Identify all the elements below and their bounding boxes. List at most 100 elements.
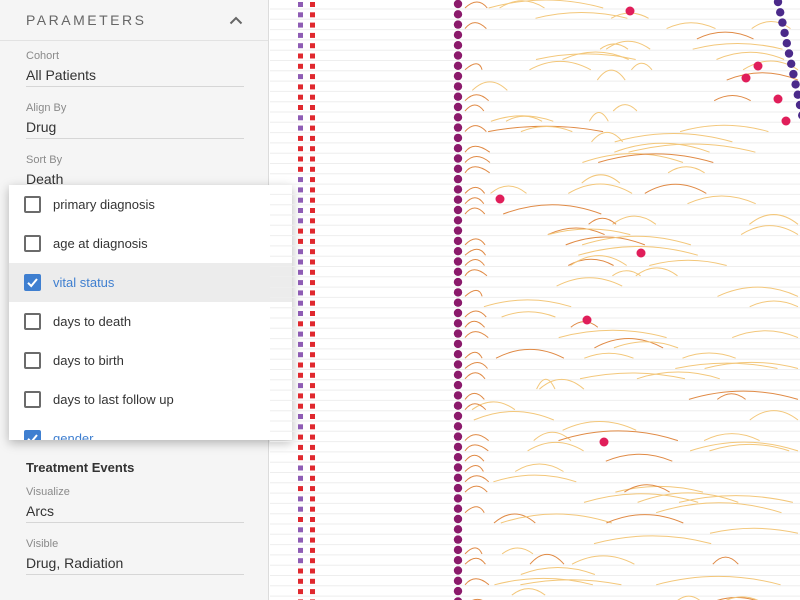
- checkbox[interactable]: [24, 196, 41, 213]
- alignment-dot: [453, 236, 463, 246]
- attribute-square: [310, 12, 315, 18]
- attribute-square: [310, 383, 315, 389]
- alignment-dot: [453, 113, 463, 122]
- attribute-square: [310, 43, 315, 49]
- event-dot: [582, 315, 592, 325]
- treatment-arc: [464, 506, 485, 514]
- alignment-dot: [453, 442, 463, 452]
- treatment-arc: [533, 431, 572, 441]
- attribute-square: [298, 208, 303, 213]
- timeline-visualization[interactable]: [270, 0, 800, 600]
- alignment-dot: [453, 504, 463, 513]
- attribute-square: [298, 486, 303, 492]
- treatment-arc: [488, 0, 604, 9]
- visualize-field[interactable]: Visualize Arcs: [26, 484, 244, 523]
- checkbox[interactable]: [24, 391, 41, 408]
- treatment-arc: [464, 310, 487, 318]
- attribute-square: [310, 218, 315, 224]
- cohort-field[interactable]: Cohort All Patients: [26, 48, 244, 87]
- treatment-arc: [612, 215, 657, 225]
- attribute-square: [310, 238, 315, 244]
- attribute-square: [310, 455, 315, 461]
- attribute-square: [298, 311, 303, 316]
- death-dot: [791, 80, 800, 89]
- alignment-dot: [453, 473, 463, 482]
- alignment-dot: [453, 195, 463, 204]
- attribute-square: [310, 434, 315, 440]
- attribute-square: [298, 547, 303, 553]
- attribute-square: [298, 94, 303, 100]
- attribute-square: [298, 578, 303, 584]
- attribute-square: [310, 300, 315, 306]
- treatment-arc: [677, 595, 700, 600]
- treatment-arc: [493, 474, 577, 483]
- attribute-square: [298, 352, 303, 358]
- treatment-arc: [692, 43, 783, 50]
- treatment-arc: [464, 289, 483, 297]
- treatment-arc: [712, 556, 739, 565]
- attribute-square: [310, 259, 315, 265]
- treatment-arc: [606, 514, 684, 524]
- attribute-square: [298, 249, 303, 255]
- treatment-arc: [464, 269, 488, 277]
- treatment-arc: [749, 410, 799, 421]
- checkbox[interactable]: [24, 313, 41, 330]
- cohort-label: Cohort: [26, 50, 60, 62]
- treatment-arc: [571, 555, 635, 565]
- treatment-arc: [464, 94, 489, 102]
- align-by-field[interactable]: Align By Drug: [26, 100, 244, 139]
- alignment-dot: [453, 380, 463, 390]
- option-gender[interactable]: gender: [9, 419, 292, 440]
- attribute-square: [310, 146, 315, 152]
- attribute-square: [310, 32, 315, 38]
- attribute-square: [298, 177, 303, 183]
- alignment-dot: [453, 308, 463, 318]
- death-dot: [782, 39, 791, 48]
- treatment-arc: [579, 372, 686, 380]
- treatment-arc: [679, 124, 769, 133]
- treatment-arc: [500, 513, 612, 524]
- treatment-events-heading: Treatment Events: [26, 460, 135, 475]
- option-label: gender: [53, 431, 94, 440]
- visible-field[interactable]: Visible Drug, Radiation: [26, 536, 244, 575]
- cohort-value: All Patients: [26, 67, 97, 83]
- treatment-arc: [464, 578, 490, 586]
- checkbox-checked[interactable]: [24, 274, 41, 291]
- alignment-dot: [453, 411, 463, 421]
- alignment-dot: [453, 82, 463, 91]
- attribute-square: [310, 228, 315, 234]
- alignment-dot: [453, 20, 463, 29]
- alignment-dot: [453, 247, 463, 256]
- visualize-label: Visualize: [26, 486, 70, 498]
- checkbox-checked[interactable]: [24, 430, 41, 440]
- option-label: age at diagnosis: [53, 236, 148, 251]
- alignment-dot: [453, 61, 463, 70]
- attribute-square: [310, 187, 315, 193]
- alignment-dot: [453, 216, 463, 225]
- treatment-arc: [558, 329, 667, 339]
- visualize-value: Arcs: [26, 503, 54, 519]
- death-dot: [789, 69, 798, 79]
- collapse-button[interactable]: [224, 8, 248, 32]
- option-days-to-last-follow-up[interactable]: days to last follow up: [9, 380, 292, 419]
- option-days-to-birth[interactable]: days to birth: [9, 341, 292, 380]
- alignment-dot: [453, 277, 463, 287]
- checkbox[interactable]: [24, 235, 41, 252]
- checkbox[interactable]: [24, 352, 41, 369]
- treatment-arc: [511, 588, 546, 596]
- treatment-arc: [464, 145, 491, 153]
- option-vital-status[interactable]: vital status: [9, 263, 292, 302]
- option-days-to-death[interactable]: days to death: [9, 302, 292, 341]
- attribute-square: [310, 74, 315, 80]
- treatment-arc: [471, 81, 508, 91]
- treatment-arc: [490, 185, 527, 194]
- treatment-arc: [696, 31, 754, 40]
- attribute-square: [310, 249, 315, 255]
- attribute-square: [298, 372, 303, 378]
- treatment-arc: [644, 183, 707, 194]
- event-dot: [741, 73, 751, 83]
- treatment-arc: [464, 454, 485, 462]
- option-primary-diagnosis[interactable]: primary diagnosis: [9, 185, 292, 224]
- treatment-arc: [464, 547, 483, 555]
- option-age-at-diagnosis[interactable]: age at diagnosis: [9, 224, 292, 263]
